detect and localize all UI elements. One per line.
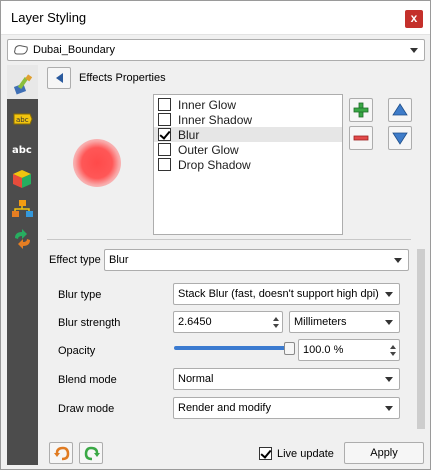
label-abc-alt-icon[interactable]: abc (11, 139, 34, 159)
live-update-label: Live update (277, 448, 334, 460)
effect-label: Blur (178, 128, 200, 142)
effect-item-blur[interactable]: Blur (154, 127, 342, 142)
spin-up-icon[interactable] (273, 317, 279, 321)
layer-styling-window: Layer Styling x Dubai_Boundary abc abc E… (0, 0, 431, 470)
chevron-down-icon (385, 292, 393, 297)
undo-icon (54, 446, 70, 461)
spin-down-icon[interactable] (390, 352, 396, 356)
svg-text:abc: abc (12, 145, 32, 156)
style-sidebar: abc abc (7, 65, 38, 465)
scrollbar-thumb[interactable] (417, 249, 425, 429)
undo-button[interactable] (49, 442, 73, 464)
draw-mode-label: Draw mode (58, 403, 115, 415)
effect-type-label: Effect type (49, 254, 101, 266)
effect-checkbox[interactable] (158, 158, 171, 171)
blur-strength-value: 2.6450 (178, 316, 212, 328)
blur-strength-spinbox[interactable]: 2.6450 (173, 311, 283, 333)
effect-item-drop-shadow[interactable]: Drop Shadow (154, 157, 342, 172)
diagram-icon[interactable] (11, 199, 34, 219)
effect-checkbox[interactable] (158, 128, 171, 141)
svg-text:abc: abc (16, 116, 29, 124)
opacity-label: Opacity (58, 345, 96, 357)
blend-mode-value: Normal (178, 373, 214, 385)
back-arrow-icon (56, 73, 63, 83)
effect-label: Inner Glow (178, 98, 237, 112)
blend-mode-select[interactable]: Normal (173, 368, 400, 390)
effect-type-select[interactable]: Blur (104, 249, 409, 271)
3d-cube-icon[interactable] (11, 169, 34, 189)
draw-mode-value: Render and modify (178, 402, 271, 414)
window-title: Layer Styling (11, 10, 87, 25)
paintbrush-icon[interactable] (13, 73, 35, 95)
opacity-value: 100.0 % (303, 344, 344, 356)
chevron-down-icon (394, 258, 402, 263)
move-up-button[interactable] (388, 98, 412, 122)
blend-mode-label: Blend mode (58, 374, 117, 386)
blur-unit-value: Millimeters (294, 316, 347, 328)
move-down-icon (392, 132, 408, 145)
add-effect-button[interactable] (349, 98, 373, 122)
opacity-slider-track[interactable] (174, 346, 286, 350)
effect-label: Drop Shadow (178, 158, 251, 172)
history-icon[interactable] (11, 229, 34, 249)
close-button[interactable]: x (405, 10, 423, 28)
effect-type-value: Blur (109, 254, 129, 266)
chevron-down-icon (385, 320, 393, 325)
title-bar: Layer Styling x (1, 1, 430, 35)
effect-label: Inner Shadow (178, 113, 253, 127)
layer-select[interactable]: Dubai_Boundary (7, 39, 425, 61)
spin-down-icon[interactable] (273, 324, 279, 328)
effect-label: Outer Glow (178, 143, 239, 157)
opacity-spinbox[interactable]: 100.0 % (298, 339, 400, 361)
spin-up-icon[interactable] (390, 345, 396, 349)
blur-type-select[interactable]: Stack Blur (fast, doesn't support high d… (173, 283, 400, 305)
panel-header: Effects Properties (79, 72, 166, 84)
effect-item-inner-shadow[interactable]: Inner Shadow (154, 112, 342, 127)
effect-item-inner-glow[interactable]: Inner Glow (154, 97, 342, 112)
redo-icon (84, 446, 100, 461)
effect-checkbox[interactable] (158, 98, 171, 111)
effect-checkbox[interactable] (158, 143, 171, 156)
live-update-checkbox[interactable] (259, 447, 272, 460)
polygon-layer-icon (14, 45, 28, 55)
move-down-button[interactable] (388, 126, 412, 150)
blur-type-label: Blur type (58, 289, 102, 301)
redo-button[interactable] (79, 442, 103, 464)
chevron-down-icon (410, 48, 418, 53)
add-effect-icon (353, 102, 369, 118)
blur-type-value: Stack Blur (fast, doesn't support high d… (178, 288, 379, 300)
properties-scrollbar[interactable] (415, 243, 427, 437)
layer-name: Dubai_Boundary (33, 44, 115, 56)
move-up-icon (392, 103, 408, 116)
remove-effect-icon (353, 135, 369, 141)
blur-unit-select[interactable]: Millimeters (289, 311, 400, 333)
chevron-down-icon (385, 406, 393, 411)
effect-checkbox[interactable] (158, 113, 171, 126)
back-button[interactable] (47, 67, 71, 89)
opacity-slider-handle[interactable] (284, 342, 295, 355)
effect-item-outer-glow[interactable]: Outer Glow (154, 142, 342, 157)
label-abc-icon[interactable]: abc (11, 109, 34, 129)
blur-strength-label: Blur strength (58, 317, 121, 329)
draw-mode-select[interactable]: Render and modify (173, 397, 400, 419)
remove-effect-button[interactable] (349, 126, 373, 150)
effect-preview (73, 139, 121, 187)
effects-list: Inner Glow Inner Shadow Blur Outer Glow … (153, 94, 343, 235)
sidebar-dark-area: abc abc (7, 99, 38, 465)
chevron-down-icon (385, 377, 393, 382)
apply-button[interactable]: Apply (344, 442, 424, 464)
separator (47, 239, 411, 240)
